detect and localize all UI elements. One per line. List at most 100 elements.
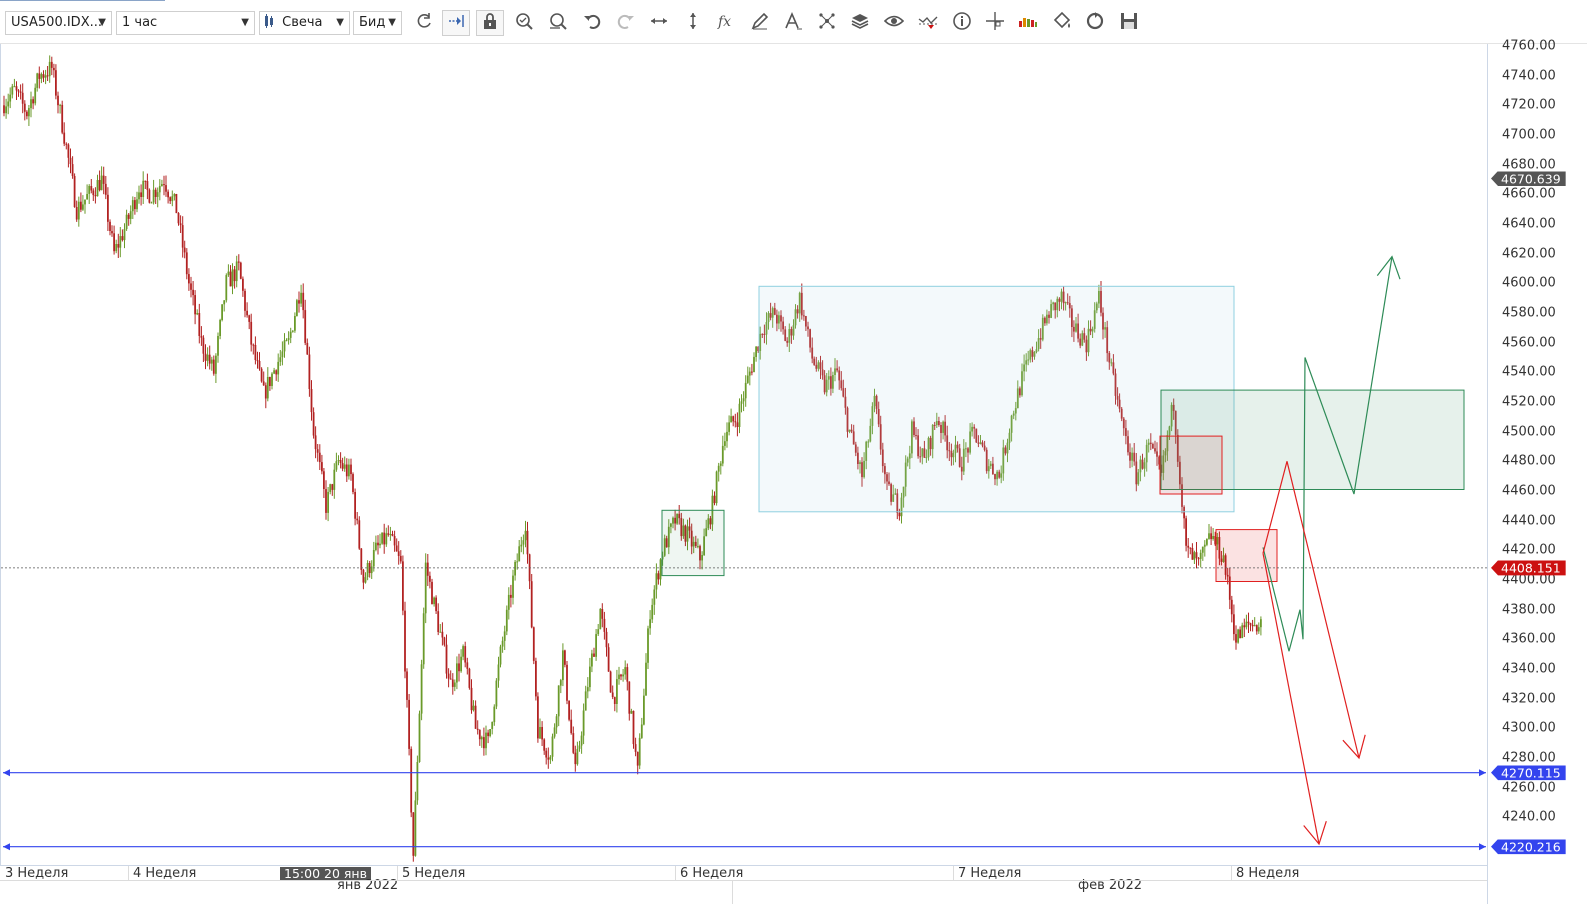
indicators-button[interactable]: fx xyxy=(712,10,740,36)
signals-button[interactable] xyxy=(914,10,942,36)
candle-body xyxy=(611,692,614,697)
candle-body xyxy=(291,330,294,332)
redo-button[interactable] xyxy=(612,10,640,36)
candle-body xyxy=(449,678,452,680)
candle-body xyxy=(493,706,496,723)
candle-body xyxy=(310,389,313,413)
candle-body xyxy=(11,86,14,95)
candle-body xyxy=(605,631,608,648)
candle-body xyxy=(1185,518,1187,546)
candle-body xyxy=(237,261,240,263)
crosshair-button[interactable] xyxy=(981,10,1009,36)
horizontal-stretch-button[interactable] xyxy=(645,10,673,36)
time-divider xyxy=(675,866,676,880)
network-button[interactable] xyxy=(813,10,841,36)
pencil-icon xyxy=(750,11,770,35)
candle-body xyxy=(239,262,242,279)
zoom-in-button[interactable] xyxy=(510,10,538,36)
candle-body xyxy=(104,183,107,195)
candle-body xyxy=(464,646,467,663)
candle-body xyxy=(1197,558,1200,560)
candle-body xyxy=(102,175,105,184)
candle-body xyxy=(254,345,257,360)
lock-button[interactable] xyxy=(476,10,504,36)
candle-body xyxy=(738,403,741,427)
candle-body xyxy=(339,460,342,463)
candle-body xyxy=(352,474,354,492)
chart-toolbar: USA500.IDX... ▼ 1 час ▼ Свеча ▼ Бид ▼ fx xyxy=(0,0,1587,44)
candle-body xyxy=(485,732,487,749)
candle-body xyxy=(345,464,348,477)
candle-body xyxy=(377,542,379,546)
candle-body xyxy=(630,710,633,714)
chart-plot-area[interactable] xyxy=(0,44,1488,866)
candle-body xyxy=(84,199,86,205)
price-tick-label: 4300.00 xyxy=(1502,720,1556,736)
auto-scroll-icon xyxy=(446,11,466,35)
chart-type-select[interactable]: Свеча ▼ xyxy=(259,11,350,35)
candle-body xyxy=(387,533,390,535)
candle-body xyxy=(121,236,124,241)
candle-body xyxy=(381,532,383,544)
save-button[interactable] xyxy=(1115,10,1143,36)
info-button[interactable] xyxy=(948,10,976,36)
candle-body xyxy=(393,536,396,546)
candle-body xyxy=(640,724,643,738)
time-axis[interactable]: 15:00 20 янв 3 Неделя 4 Неделя 5 Неделя 6 Н… xyxy=(0,866,1487,904)
week-label: 6 Неделя xyxy=(680,866,744,881)
price-tick-label: 4360.00 xyxy=(1502,631,1556,647)
candle-body xyxy=(266,377,269,399)
symbol-select[interactable]: USA500.IDX... ▼ xyxy=(5,11,112,35)
undo-button[interactable] xyxy=(578,10,606,36)
zoom-out-icon xyxy=(548,11,568,35)
zoom-out-button[interactable] xyxy=(544,10,572,36)
layers-button[interactable] xyxy=(846,10,874,36)
candle-body xyxy=(256,360,259,362)
candle-body xyxy=(458,663,460,672)
text-tool-button[interactable] xyxy=(779,10,807,36)
time-divider xyxy=(397,866,398,880)
candle-body xyxy=(1233,614,1235,635)
candle-body xyxy=(30,99,32,109)
volume-button[interactable] xyxy=(1014,10,1042,36)
candle-body xyxy=(175,194,178,214)
sync-icon xyxy=(1085,11,1105,35)
refresh-button[interactable] xyxy=(410,10,438,36)
candle-body xyxy=(613,697,616,704)
candle-body xyxy=(26,111,28,117)
candle-body xyxy=(179,223,182,226)
candle-body xyxy=(643,695,645,725)
price-side-select[interactable]: Бид ▼ xyxy=(353,11,402,35)
candle-body xyxy=(647,628,649,663)
candle-body xyxy=(520,544,523,547)
vertical-stretch-button[interactable] xyxy=(679,10,707,36)
auto-scroll-button[interactable] xyxy=(442,10,470,36)
paint-button[interactable] xyxy=(1048,10,1076,36)
candle-body xyxy=(593,653,595,657)
candle-body xyxy=(312,412,315,436)
candle-body xyxy=(252,344,255,346)
price-tick-label: 4740.00 xyxy=(1502,68,1556,84)
candle-body xyxy=(730,416,732,423)
candle-body xyxy=(537,696,539,739)
price-tick-label: 4620.00 xyxy=(1502,246,1556,262)
candle-body xyxy=(645,662,647,696)
visibility-button[interactable] xyxy=(880,10,908,36)
price-axis[interactable]: 4760.00 4740.00 4720.00 4700.00 4680.00 4660.… xyxy=(1487,39,1587,866)
timeframe-select[interactable]: 1 час ▼ xyxy=(116,11,255,35)
candle-body xyxy=(1191,548,1194,560)
candle-body xyxy=(568,700,570,720)
candle-body xyxy=(194,295,196,315)
candle-body xyxy=(524,530,527,541)
candle-body xyxy=(507,594,510,610)
candle-body xyxy=(1235,634,1237,643)
candle-body xyxy=(445,644,448,674)
candle-body xyxy=(514,561,516,576)
drawing-button[interactable] xyxy=(746,10,774,36)
sync-button[interactable] xyxy=(1081,10,1109,36)
candle-body xyxy=(597,629,600,635)
candle-body xyxy=(337,460,340,462)
candle-body xyxy=(651,604,654,620)
candle-body xyxy=(34,87,37,104)
candle-body xyxy=(470,687,473,711)
